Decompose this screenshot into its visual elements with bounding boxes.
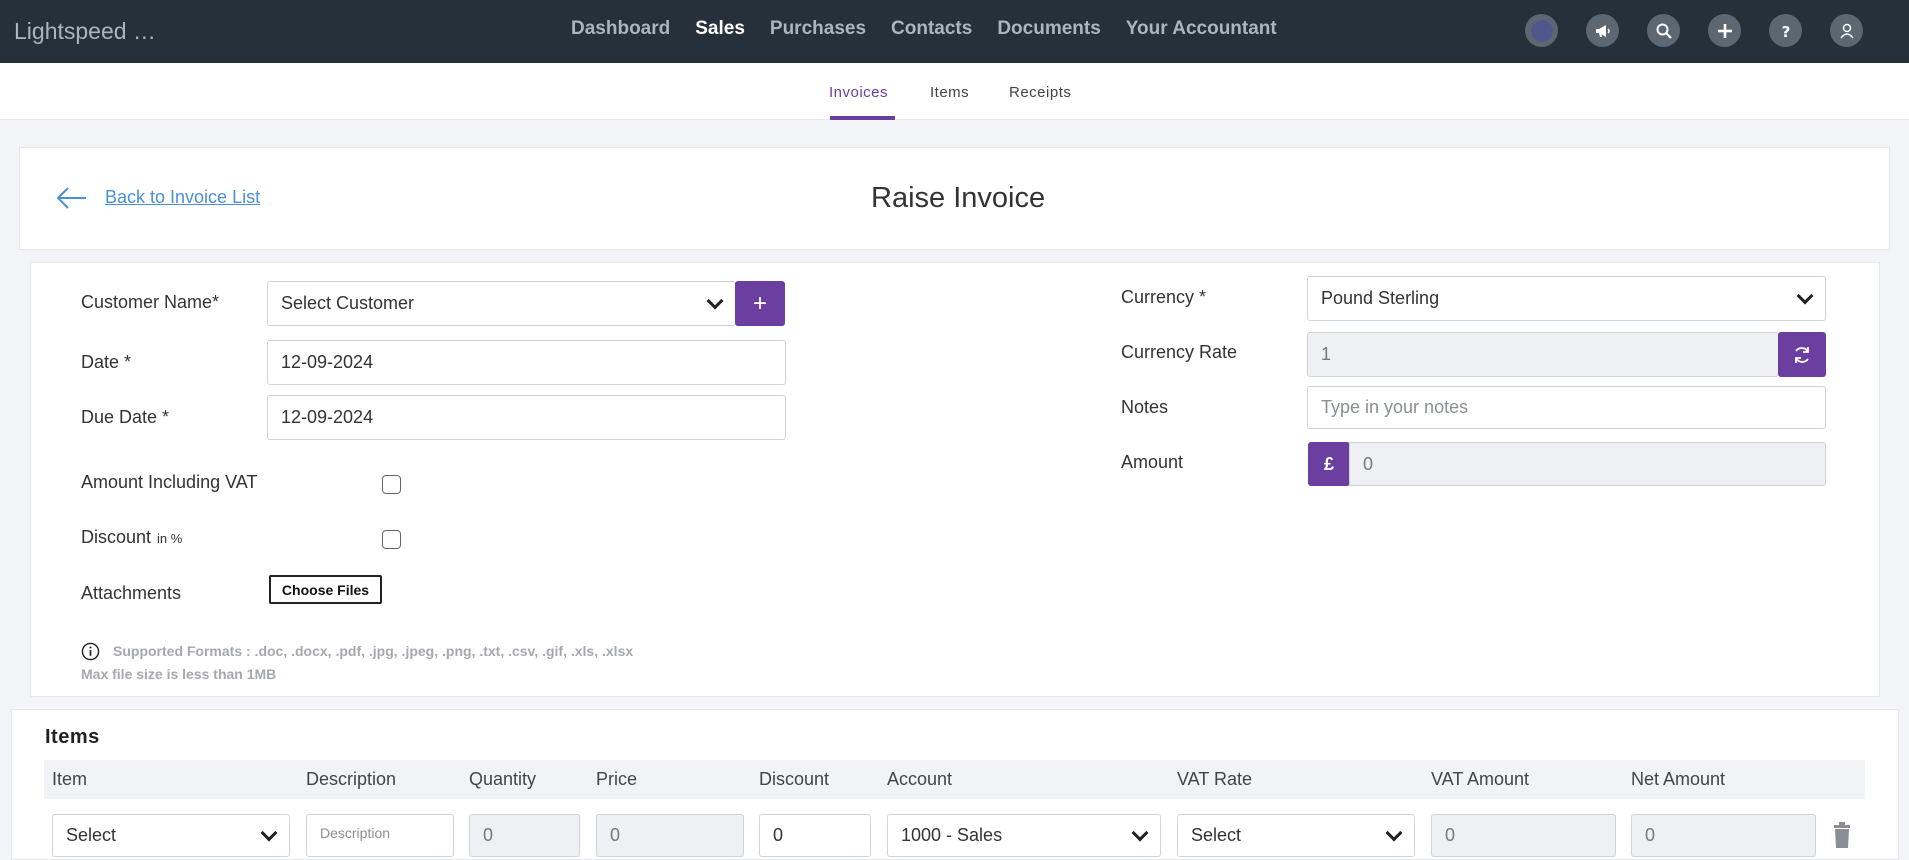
due-date-label: Due Date * bbox=[81, 407, 170, 427]
plus-icon[interactable] bbox=[1708, 14, 1741, 47]
amount-including-vat-label: Amount Including VAT bbox=[81, 472, 258, 492]
brand-name[interactable]: Lightspeed … bbox=[14, 18, 156, 45]
vat-amount-input: 0 bbox=[1431, 814, 1616, 857]
customer-select[interactable]: Select Customer bbox=[267, 281, 736, 326]
customer-name-label: Customer Name* bbox=[81, 292, 220, 312]
date-input[interactable]: 12-09-2024 bbox=[267, 340, 786, 385]
nav-documents[interactable]: Documents bbox=[997, 18, 1100, 40]
svg-text:?: ? bbox=[1781, 23, 1790, 41]
chevron-down-icon bbox=[1796, 287, 1814, 304]
col-net-amount: Net Amount bbox=[1631, 769, 1726, 789]
refresh-icon bbox=[1795, 346, 1809, 363]
nav-purchases[interactable]: Purchases bbox=[770, 18, 866, 40]
col-discount: Discount bbox=[759, 769, 830, 789]
account-select[interactable]: 1000 - Sales bbox=[887, 814, 1161, 857]
currency-select-value: Pound Sterling bbox=[1321, 288, 1440, 308]
top-icons: ? bbox=[1525, 14, 1863, 47]
vat-rate-select[interactable]: Select bbox=[1177, 814, 1415, 857]
tab-receipts[interactable]: Receipts bbox=[1009, 84, 1071, 101]
currency-label: Currency * bbox=[1121, 287, 1207, 307]
discount-unit: in % bbox=[157, 531, 183, 546]
nav-your-accountant[interactable]: Your Accountant bbox=[1126, 18, 1277, 40]
megaphone-icon[interactable] bbox=[1586, 14, 1619, 47]
profile-icon[interactable] bbox=[1830, 14, 1863, 47]
col-item: Item bbox=[52, 769, 88, 789]
choose-files-button[interactable]: Choose Files bbox=[269, 575, 382, 604]
line-discount-input[interactable]: 0 bbox=[759, 814, 871, 857]
currency-symbol-badge: £ bbox=[1308, 442, 1350, 486]
chevron-down-icon bbox=[1385, 824, 1403, 841]
sub-nav: Invoices Items Receipts bbox=[0, 63, 1909, 120]
tab-invoices[interactable]: Invoices bbox=[829, 84, 888, 101]
chevron-down-icon bbox=[260, 824, 278, 841]
info-icon bbox=[81, 642, 100, 661]
chevron-down-icon bbox=[1131, 824, 1149, 841]
vat-rate-select-value: Select bbox=[1191, 825, 1242, 845]
user-circle-icon[interactable] bbox=[1525, 14, 1558, 47]
col-vat-rate: VAT Rate bbox=[1177, 769, 1253, 789]
price-input: 0 bbox=[596, 814, 744, 857]
help-icon[interactable]: ? bbox=[1769, 14, 1802, 47]
discount-label: Discount in % bbox=[81, 527, 182, 548]
active-tab-indicator bbox=[830, 116, 895, 120]
currency-rate-input: 1 bbox=[1307, 332, 1779, 377]
search-icon[interactable] bbox=[1647, 14, 1680, 47]
page-title: Raise Invoice bbox=[871, 182, 1046, 214]
supported-formats-text: Supported Formats : .doc, .docx, .pdf, .… bbox=[113, 643, 634, 659]
discount-checkbox[interactable] bbox=[382, 530, 401, 549]
col-price: Price bbox=[596, 769, 638, 789]
col-description: Description bbox=[306, 769, 397, 789]
customer-select-value: Select Customer bbox=[281, 293, 415, 313]
delete-row-icon[interactable] bbox=[1832, 821, 1852, 849]
discount-label-text: Discount bbox=[81, 527, 152, 547]
amount-including-vat-checkbox[interactable] bbox=[382, 475, 401, 494]
amount-label: Amount bbox=[1121, 452, 1184, 472]
tab-items[interactable]: Items bbox=[930, 84, 969, 101]
item-select-value: Select bbox=[66, 825, 117, 845]
date-label: Date * bbox=[81, 352, 132, 372]
quantity-input: 0 bbox=[469, 814, 580, 857]
chevron-down-icon bbox=[706, 292, 724, 309]
max-file-size-text: Max file size is less than 1MB bbox=[81, 666, 277, 682]
notes-label: Notes bbox=[1121, 397, 1169, 417]
notes-input[interactable]: Type in your notes bbox=[1307, 386, 1826, 429]
attachments-label: Attachments bbox=[81, 583, 182, 603]
due-date-input[interactable]: 12-09-2024 bbox=[267, 395, 786, 440]
nav-contacts[interactable]: Contacts bbox=[891, 18, 972, 40]
refresh-rate-button[interactable] bbox=[1778, 332, 1826, 377]
account-select-value: 1000 - Sales bbox=[901, 825, 1003, 845]
description-input[interactable]: Description bbox=[306, 814, 454, 857]
back-to-invoice-list-link[interactable]: Back to Invoice List bbox=[105, 187, 260, 208]
nav-sales[interactable]: Sales bbox=[695, 18, 745, 40]
col-quantity: Quantity bbox=[469, 769, 537, 789]
nav-dashboard[interactable]: Dashboard bbox=[571, 18, 670, 40]
items-title: Items bbox=[45, 726, 100, 748]
back-arrow-icon[interactable] bbox=[56, 186, 88, 210]
main-nav: Dashboard Sales Purchases Contacts Docum… bbox=[571, 18, 1302, 40]
currency-rate-label: Currency Rate bbox=[1121, 342, 1238, 362]
col-account: Account bbox=[887, 769, 953, 789]
net-amount-input: 0 bbox=[1631, 814, 1816, 857]
col-vat-amount: VAT Amount bbox=[1431, 769, 1530, 789]
add-customer-button[interactable]: + bbox=[735, 281, 785, 326]
amount-input: 0 bbox=[1349, 442, 1826, 486]
item-select[interactable]: Select bbox=[52, 814, 290, 857]
currency-select[interactable]: Pound Sterling bbox=[1307, 276, 1826, 321]
